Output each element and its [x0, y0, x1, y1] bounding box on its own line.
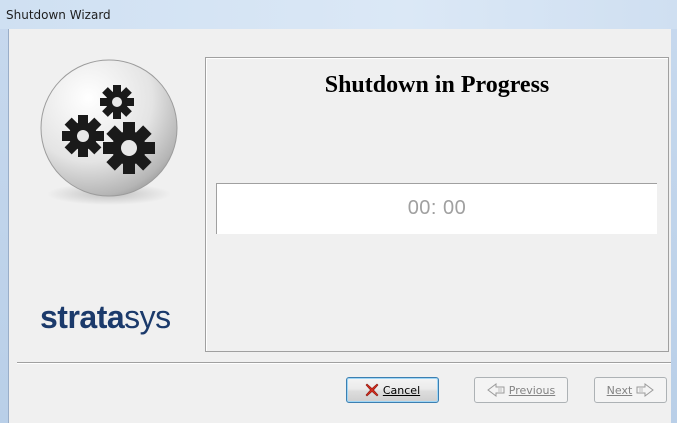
brand-text-bold: strata: [40, 299, 125, 335]
panel-title: Shutdown in Progress: [324, 72, 550, 98]
progress-panel: Shutdown in Progress 00: 00: [205, 57, 669, 352]
stratasys-logo: stratasys: [40, 299, 171, 336]
cancel-label: Cancel: [382, 383, 421, 397]
title-bar[interactable]: Shutdown Wizard: [0, 0, 677, 29]
timer-value: 00: 00: [407, 197, 467, 219]
right-arrow-icon: [636, 383, 655, 397]
red-x-icon: [365, 383, 379, 397]
next-button[interactable]: Next: [594, 377, 667, 403]
timer-display: 00: 00: [216, 183, 657, 234]
wizard-client-area: stratasys Shutdown in Progress 00: 00 Ca…: [8, 29, 671, 423]
cancel-button[interactable]: Cancel: [346, 377, 439, 403]
wizard-window: Shutdown Wizard stratasys Shutdown in Pr…: [0, 0, 677, 423]
gears-icon: [40, 59, 178, 205]
next-label: Next: [606, 383, 633, 397]
previous-label: Previous: [508, 383, 556, 397]
button-separator: [17, 362, 671, 364]
brand-text-light: sys: [124, 299, 171, 335]
window-title: Shutdown Wizard: [6, 8, 111, 22]
previous-button[interactable]: Previous: [474, 377, 568, 403]
left-arrow-icon: [486, 383, 505, 397]
